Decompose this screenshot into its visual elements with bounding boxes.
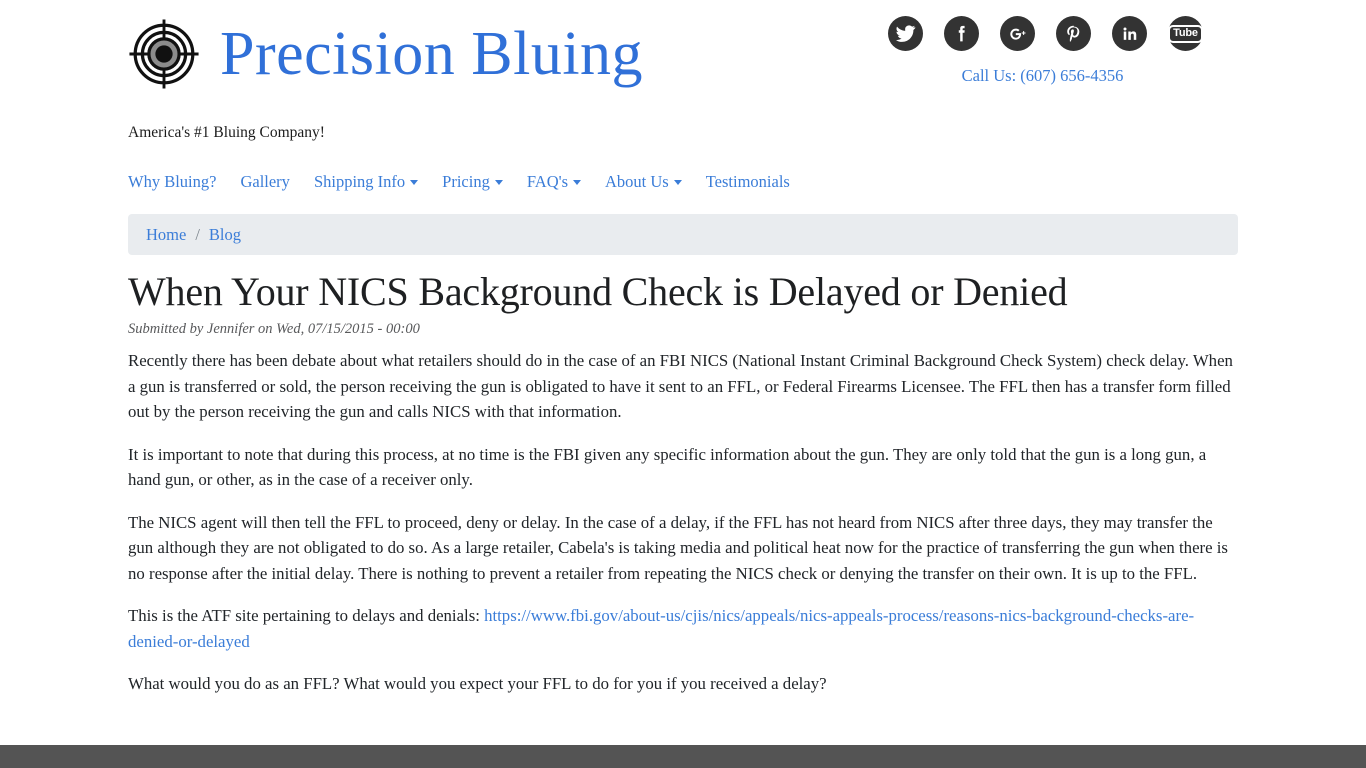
nav-item-shipping-info[interactable]: Shipping Info xyxy=(302,172,430,192)
breadcrumb: Home / Blog xyxy=(128,214,1238,255)
nav-label: FAQ's xyxy=(526,172,569,191)
youtube-icon[interactable]: Tube xyxy=(1168,16,1203,51)
article-paragraph: The NICS agent will then tell the FFL to… xyxy=(128,512,1228,583)
main-navigation: Why Bluing? Gallery Shipping Info Pricin… xyxy=(128,172,802,192)
article: When Your NICS Background Check is Delay… xyxy=(128,268,1238,714)
article-paragraph-with-link: This is the ATF site pertaining to delay… xyxy=(128,603,1238,654)
nav-item-pricing[interactable]: Pricing xyxy=(430,172,515,192)
nav-item-why-bluing[interactable]: Why Bluing? xyxy=(128,172,228,192)
chevron-down-icon xyxy=(410,179,419,185)
nav-label: Shipping Info xyxy=(313,172,406,191)
page-root: Precision Bluing America's #1 Bluing Com… xyxy=(0,0,1366,768)
pinterest-icon[interactable] xyxy=(1056,16,1091,51)
site-header: Precision Bluing America's #1 Bluing Com… xyxy=(128,0,1238,155)
article-body: Recently there has been debate about wha… xyxy=(128,348,1238,697)
chevron-down-icon xyxy=(573,179,582,185)
article-closing-paragraph: What would you do as an FFL? What would … xyxy=(128,674,827,694)
google-plus-icon[interactable] xyxy=(1000,16,1035,51)
article-paragraph: It is important to note that during this… xyxy=(128,444,1207,490)
site-brand[interactable]: Precision Bluing xyxy=(128,18,643,90)
nav-item-about-us[interactable]: About Us xyxy=(593,172,694,192)
link-paragraph-prefix: This is the ATF site pertaining to delay… xyxy=(128,606,485,626)
nav-label: About Us xyxy=(605,172,669,191)
phone-number[interactable]: Call Us: (607) 656-4356 xyxy=(888,66,1203,86)
nav-item-testimonials[interactable]: Testimonials xyxy=(694,172,802,192)
nav-label: Why Bluing? xyxy=(128,172,217,191)
chevron-down-icon xyxy=(494,179,503,185)
article-byline: Submitted by Jennifer on Wed, 07/15/2015… xyxy=(128,321,420,338)
site-tagline: America's #1 Bluing Company! xyxy=(128,124,325,141)
nav-label: Pricing xyxy=(442,172,490,191)
nav-label: Testimonials xyxy=(705,172,790,191)
breadcrumb-separator: / xyxy=(195,224,200,244)
page-title: When Your NICS Background Check is Delay… xyxy=(128,269,1068,314)
youtube-icon-label: Tube xyxy=(1168,24,1203,43)
nav-item-gallery[interactable]: Gallery xyxy=(228,172,301,192)
nav-label: Gallery xyxy=(240,172,290,191)
page-container: Precision Bluing America's #1 Bluing Com… xyxy=(128,0,1238,693)
facebook-icon[interactable] xyxy=(944,16,979,51)
article-paragraph: Recently there has been debate about wha… xyxy=(128,351,1233,422)
linkedin-icon[interactable] xyxy=(1112,16,1147,51)
twitter-icon[interactable] xyxy=(888,16,923,51)
footer-bar xyxy=(0,745,1366,768)
nav-item-faqs[interactable]: FAQ's xyxy=(515,172,593,192)
brand-title: Precision Bluing xyxy=(220,20,644,88)
social-links: Tube xyxy=(888,16,1203,51)
target-crosshair-icon xyxy=(128,18,200,90)
social-and-phone: Tube Call Us: (607) 656-4356 xyxy=(888,16,1203,86)
breadcrumb-item-home[interactable]: Home xyxy=(146,225,186,245)
breadcrumb-item-blog[interactable]: Blog xyxy=(209,225,241,245)
chevron-down-icon xyxy=(673,179,682,185)
